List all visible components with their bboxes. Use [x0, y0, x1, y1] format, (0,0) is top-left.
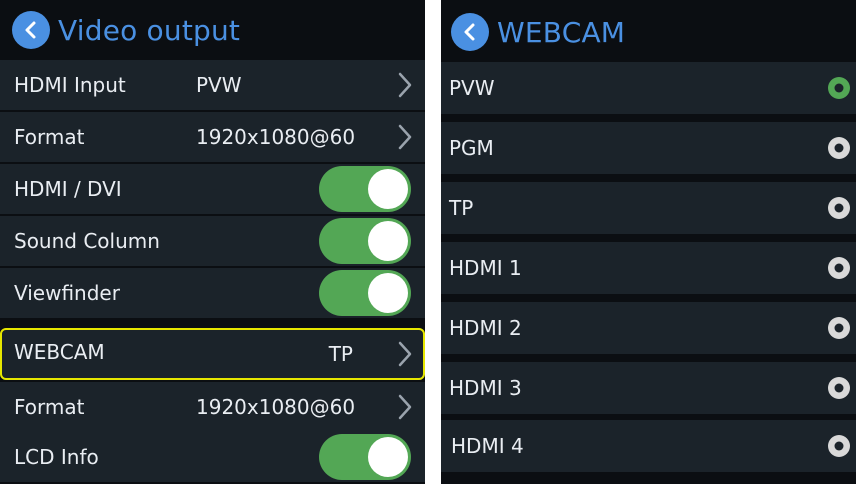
sound-column-label: Sound Column — [14, 229, 160, 253]
toggle-knob — [368, 169, 408, 209]
sound-column-row: Sound Column — [0, 216, 425, 266]
lcd-info-label: LCD Info — [14, 445, 99, 469]
hdmi-input-row[interactable]: HDMI Input PVW — [0, 60, 425, 110]
format-row-2[interactable]: Format 1920x1080@60 — [0, 382, 425, 432]
toggle-knob — [368, 273, 408, 313]
hdmi-dvi-toggle[interactable] — [319, 166, 411, 212]
video-output-panel: Video output HDMI Input PVW Format 1920x… — [0, 0, 425, 484]
option-label: HDMI 2 — [449, 316, 522, 340]
option-label: HDMI 3 — [449, 376, 522, 400]
radio-button-icon[interactable] — [826, 375, 852, 401]
page-title: WEBCAM — [497, 15, 626, 49]
webcam-panel: WEBCAM PVW PGM TP HDMI 1 HDMI 2 HDMI 3 H… — [441, 0, 856, 484]
hdmi-dvi-label: HDMI / DVI — [14, 177, 122, 201]
option-label: TP — [449, 196, 474, 220]
option-label: PVW — [449, 76, 495, 100]
webcam-option-pvw[interactable]: PVW — [441, 62, 856, 114]
radio-button-icon[interactable] — [826, 315, 852, 341]
webcam-option-hdmi-3[interactable]: HDMI 3 — [441, 362, 856, 414]
chevron-right-icon — [398, 124, 412, 150]
format-label: Format — [14, 125, 85, 149]
radio-button-icon[interactable] — [826, 255, 852, 281]
webcam-option-hdmi-2[interactable]: HDMI 2 — [441, 302, 856, 354]
lcd-info-toggle[interactable] — [319, 434, 411, 480]
option-label: HDMI 1 — [449, 256, 522, 280]
webcam-row[interactable]: WEBCAM TP — [0, 328, 425, 380]
option-label: HDMI 4 — [451, 434, 524, 458]
viewfinder-row: Viewfinder — [0, 268, 425, 318]
video-output-header: Video output — [0, 0, 425, 60]
back-arrow-icon[interactable] — [451, 13, 489, 51]
sound-column-toggle[interactable] — [319, 218, 411, 264]
viewfinder-label: Viewfinder — [14, 281, 120, 305]
format-row[interactable]: Format 1920x1080@60 — [0, 112, 425, 162]
page-title: Video output — [58, 13, 241, 47]
radio-button-icon[interactable] — [826, 195, 852, 221]
back-arrow-icon[interactable] — [12, 11, 50, 49]
radio-button-icon[interactable] — [826, 135, 852, 161]
chevron-right-icon — [398, 72, 412, 98]
webcam-option-hdmi-4[interactable]: HDMI 4 — [441, 420, 856, 472]
webcam-option-pgm[interactable]: PGM — [441, 122, 856, 174]
hdmi-input-value: PVW — [196, 73, 242, 97]
webcam-header: WEBCAM — [441, 0, 856, 64]
toggle-knob — [368, 437, 408, 477]
chevron-right-icon — [398, 394, 412, 420]
option-label: PGM — [449, 136, 494, 160]
format-value: 1920x1080@60 — [196, 125, 356, 149]
hdmi-dvi-row: HDMI / DVI — [0, 164, 425, 214]
chevron-right-icon — [398, 341, 412, 367]
toggle-knob — [368, 221, 408, 261]
viewfinder-toggle[interactable] — [319, 270, 411, 316]
lcd-info-row: LCD Info — [0, 432, 425, 482]
webcam-option-hdmi-1[interactable]: HDMI 1 — [441, 242, 856, 294]
format-label-2: Format — [14, 395, 85, 419]
webcam-label: WEBCAM — [14, 339, 105, 364]
radio-button-icon[interactable] — [826, 433, 852, 459]
webcam-option-tp[interactable]: TP — [441, 182, 856, 234]
radio-button-icon[interactable] — [826, 75, 852, 101]
webcam-value: TP — [328, 342, 353, 366]
hdmi-input-label: HDMI Input — [14, 73, 126, 97]
format-value-2: 1920x1080@60 — [196, 395, 356, 419]
